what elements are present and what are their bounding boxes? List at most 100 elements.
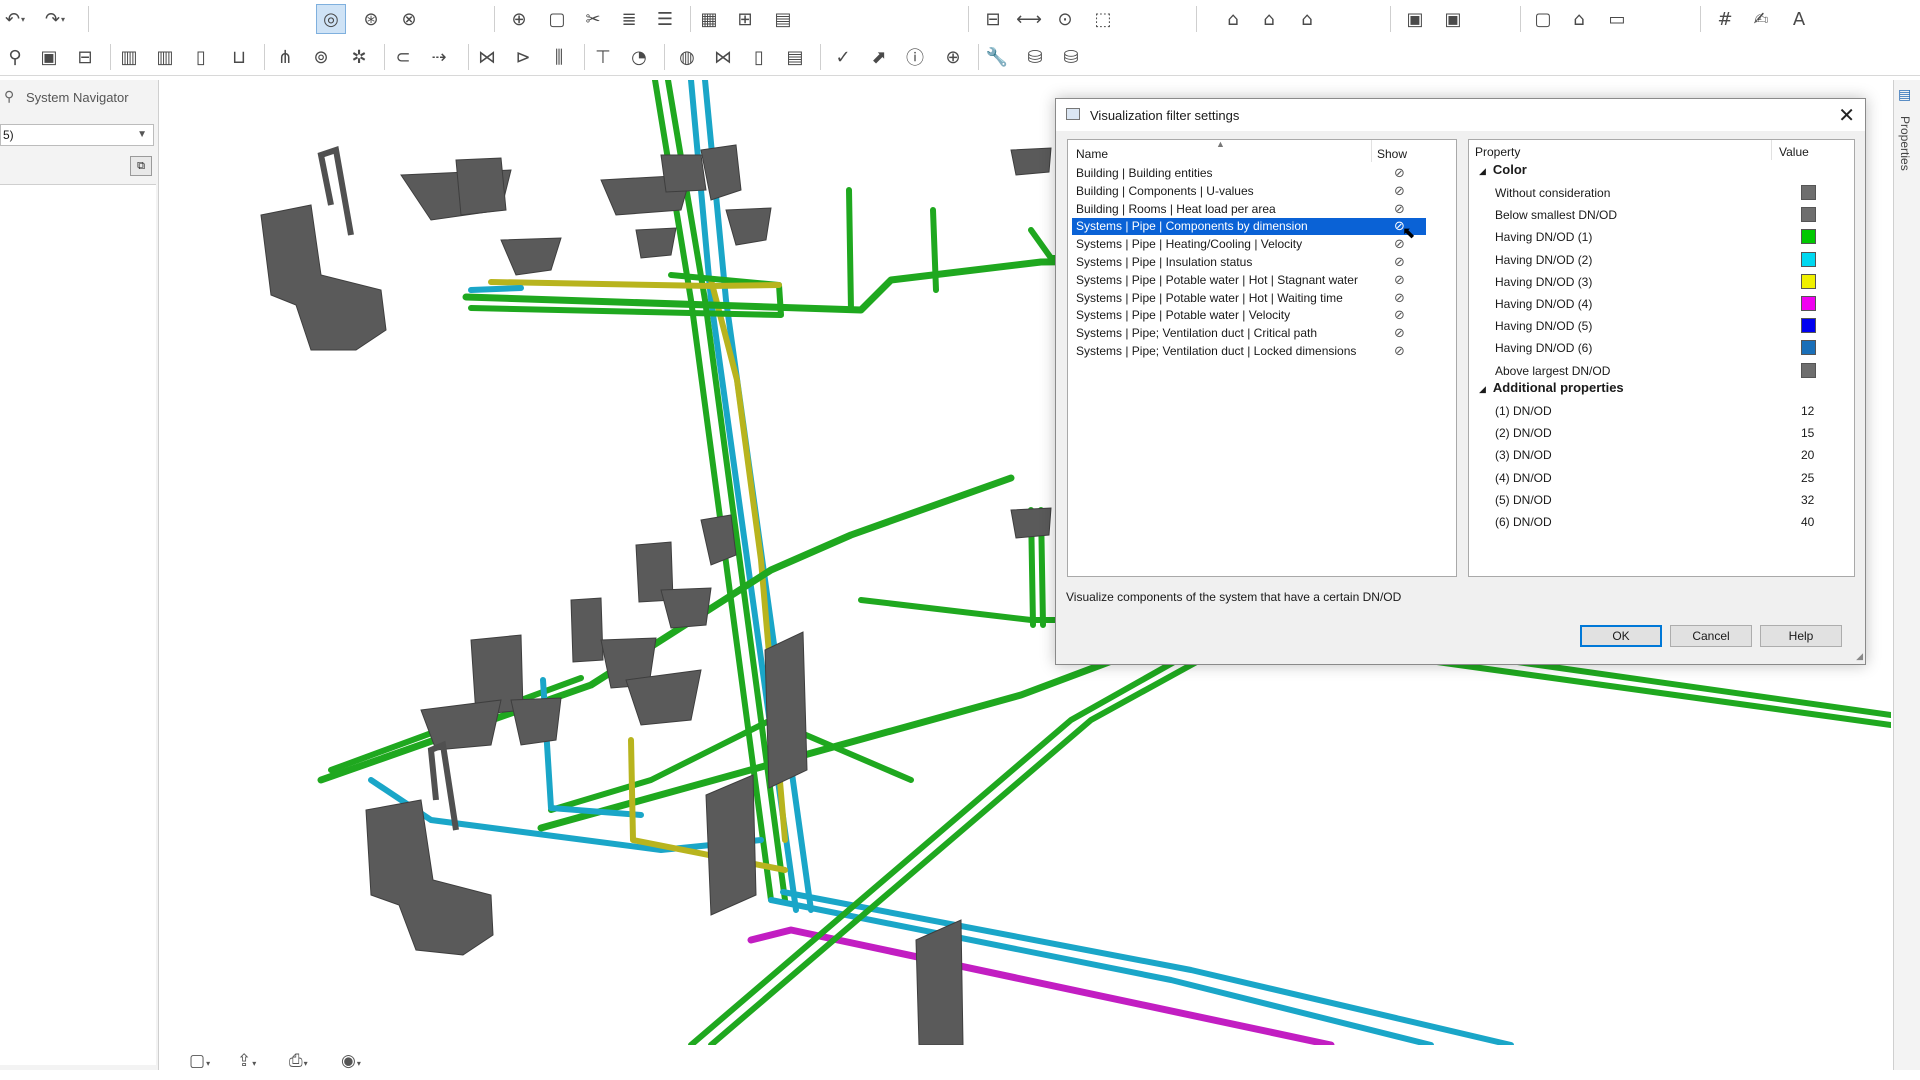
storage-icon[interactable]: ▯ (186, 42, 216, 72)
search-component-icon[interactable]: ⊕ (938, 42, 968, 72)
section-color[interactable]: ◢ Color (1479, 162, 1527, 177)
orbit-free-icon[interactable]: ⊛ (356, 4, 386, 34)
filter-row[interactable]: Building | Rooms | Heat load per area ⊘ (1072, 201, 1426, 218)
visibility-toggle-icon[interactable]: ⊘ (1394, 343, 1405, 360)
navigator-tree[interactable] (0, 184, 156, 1065)
section-additional-properties[interactable]: ◢ Additional properties (1479, 380, 1624, 395)
additional-property-row[interactable]: (6) DN/OD 40 (1495, 513, 1845, 531)
collapse-triangle-icon[interactable]: ◢ (1479, 166, 1486, 176)
additional-property-row[interactable]: (1) DN/OD 12 (1495, 402, 1845, 420)
pipe-route-icon[interactable]: ⚲ (0, 42, 30, 72)
view-visibility-icon[interactable]: ◉▾ (341, 1051, 361, 1071)
house-floor-icon[interactable]: ⌂ (1254, 4, 1284, 34)
color-swatch[interactable] (1801, 207, 1816, 223)
navigator-tab[interactable]: System Navigator (8, 90, 129, 105)
flange-icon[interactable]: ⊳ (508, 42, 538, 72)
redo-icon[interactable]: ↷ ▾ (40, 4, 70, 34)
color-swatch[interactable] (1801, 340, 1816, 356)
color-swatch[interactable] (1801, 251, 1816, 267)
view-cube-icon[interactable]: ▢ (542, 4, 572, 34)
visibility-toggle-icon[interactable]: ⊘ (1394, 201, 1405, 218)
help-button[interactable]: Help (1760, 625, 1842, 647)
visibility-toggle-icon[interactable]: ⊘ (1394, 290, 1405, 307)
meter-icon[interactable]: ⊤ (588, 42, 618, 72)
visibility-toggle-icon[interactable]: ⊘ (1394, 272, 1405, 289)
house-roof-icon[interactable]: ⌂ (1292, 4, 1322, 34)
filter-row[interactable]: Systems | Pipe | Potable water | Hot | S… (1072, 272, 1426, 289)
column-header-name[interactable]: Name (1076, 147, 1108, 161)
section-icon[interactable]: ✂ (578, 4, 608, 34)
color-swatch[interactable] (1801, 185, 1816, 200)
panel-icon[interactable]: ▤ (780, 42, 810, 72)
orbit-icon[interactable]: ◎ (316, 4, 346, 34)
coupling-icon[interactable]: ⊂ (388, 42, 418, 72)
visibility-toggle-icon[interactable]: ⊘ (1394, 165, 1405, 182)
property-value[interactable]: 32 (1801, 491, 1814, 509)
visibility-toggle-icon[interactable]: ⊘ (1394, 254, 1405, 271)
color-property-row[interactable]: Having DN/OD (4) (1495, 295, 1845, 313)
boiler-icon[interactable]: ▣ (34, 42, 64, 72)
building-icon[interactable]: ⌂ (1564, 4, 1594, 34)
heat-pump-icon[interactable]: ▥ (114, 42, 144, 72)
layers-icon[interactable]: ≣ (614, 4, 644, 34)
connect-icon[interactable]: ⇢ (424, 42, 454, 72)
handwriting-icon[interactable]: ✍ (1746, 4, 1776, 34)
filter-row[interactable]: Building | Building entities ⊘ (1072, 165, 1426, 182)
property-value[interactable]: 25 (1801, 469, 1814, 487)
dimension-icon[interactable]: ⊟ (978, 4, 1008, 34)
butterfly-valve-icon[interactable]: ⋈ (708, 42, 738, 72)
document-settings-icon[interactable]: ▣ (1438, 4, 1468, 34)
grid-table-icon[interactable]: ▤ (768, 4, 798, 34)
view-export-icon[interactable]: ⇪▾ (237, 1051, 256, 1071)
orbit-3d-icon[interactable]: ⊗ (394, 4, 424, 34)
navigator-dropdown[interactable]: 5) ▼ (0, 124, 154, 146)
view-print-icon[interactable]: ⎙▾ (289, 1051, 308, 1071)
monitor-icon[interactable]: ▭ (1602, 4, 1632, 34)
valve-icon[interactable]: ⋈ (472, 42, 502, 72)
dialog-titlebar[interactable]: Visualization filter settings ✕ (1056, 99, 1865, 131)
color-property-row[interactable]: Having DN/OD (3) (1495, 273, 1845, 291)
additional-property-row[interactable]: (5) DN/OD 32 (1495, 491, 1845, 509)
property-value[interactable]: 40 (1801, 513, 1814, 531)
fan-icon[interactable]: ✲ (344, 42, 374, 72)
navigator-options-button[interactable]: ⧉ (130, 156, 152, 176)
filter-row[interactable]: Systems | Pipe; Ventilation duct | Criti… (1072, 325, 1426, 342)
text-icon[interactable]: A (1784, 4, 1814, 34)
numbering-icon[interactable]: # (1710, 4, 1740, 34)
properties-strip[interactable]: ▤ Properties (1893, 80, 1920, 1070)
color-swatch[interactable] (1801, 229, 1816, 245)
color-property-row[interactable]: Below smallest DN/OD (1495, 206, 1845, 224)
cancel-button[interactable]: Cancel (1670, 625, 1752, 647)
collapse-triangle-icon[interactable]: ◢ (1479, 384, 1486, 394)
document-export-icon[interactable]: ▣ (1400, 4, 1430, 34)
view-box-icon[interactable]: ▢▾ (189, 1051, 210, 1071)
filter-list[interactable]: Name ▲ Show Building | Building entities… (1067, 139, 1457, 577)
filter-row[interactable]: Systems | Pipe | Heating/Cooling | Veloc… (1072, 236, 1426, 253)
zoom-pick-icon[interactable]: ⊙ (1050, 4, 1080, 34)
filter-row[interactable]: Systems | Pipe | Potable water | Hot | W… (1072, 290, 1426, 307)
database-icon[interactable]: ⛁ (1020, 42, 1050, 72)
grid-pattern-icon[interactable]: ▦ (694, 4, 724, 34)
damper-icon[interactable]: ⫼ (544, 42, 574, 72)
tank-icon[interactable]: ⊟ (70, 42, 100, 72)
radiator-icon[interactable]: ▥ (150, 42, 180, 72)
house-icon[interactable]: ⌂ (1218, 4, 1248, 34)
visibility-toggle-icon[interactable]: ⊘ (1394, 183, 1405, 200)
container-icon[interactable]: ⊔ (224, 42, 254, 72)
layer-stack-icon[interactable]: ☰ (650, 4, 680, 34)
manifold-icon[interactable]: ⋔ (270, 42, 300, 72)
gauge-icon[interactable]: ◔ (624, 42, 654, 72)
measure-icon[interactable]: ⟷ (1014, 4, 1044, 34)
color-swatch[interactable] (1801, 296, 1816, 311)
filter-icon[interactable]: ▯ (744, 42, 774, 72)
additional-property-row[interactable]: (3) DN/OD 20 (1495, 446, 1845, 464)
color-property-row[interactable]: Above largest DN/OD (1495, 362, 1845, 380)
property-value[interactable]: 15 (1801, 424, 1814, 442)
visibility-toggle-icon[interactable]: ⊘ (1394, 325, 1405, 342)
color-swatch[interactable] (1801, 273, 1816, 289)
filter-row[interactable]: Systems | Pipe | Components by dimension… (1072, 218, 1426, 236)
additional-property-row[interactable]: (2) DN/OD 15 (1495, 424, 1845, 442)
zoom-icon[interactable]: ⊕ (504, 4, 534, 34)
color-property-row[interactable]: Without consideration (1495, 184, 1845, 202)
database-settings-icon[interactable]: ⛁ (1056, 42, 1086, 72)
